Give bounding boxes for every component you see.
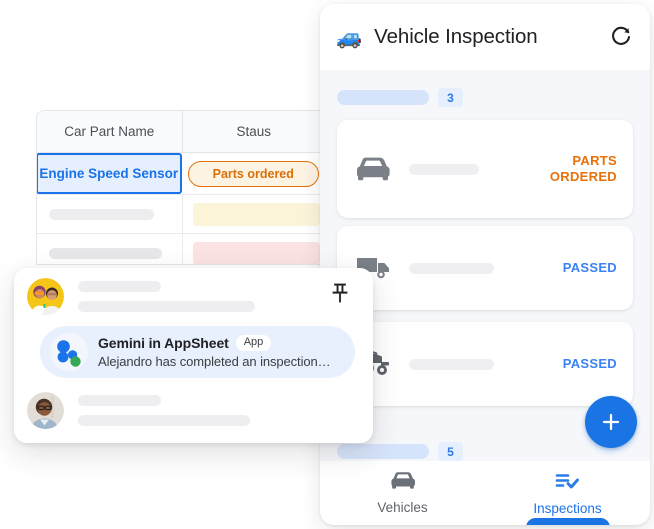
placeholder-bar [337,90,429,105]
chat-notification-card: Gemini in AppSheet App Alejandro has com… [14,268,373,443]
cell-status[interactable]: Parts ordered [182,153,326,194]
gemini-message-preview: Alejandro has completed an inspection… [98,354,331,369]
add-inspection-fab[interactable] [585,396,637,448]
chat-message[interactable] [27,392,250,429]
message-placeholder-lines [78,395,250,426]
cell-car-part-name[interactable] [37,234,183,264]
status-badge: PASSED [562,260,617,275]
group-header[interactable]: 3 [337,88,463,107]
placeholder-bar [409,163,479,175]
cell-car-part-name[interactable] [37,195,183,233]
app-badge: App [235,335,272,351]
placeholder-bar [78,281,161,292]
avatar-two-people [27,278,64,315]
cell-status[interactable] [183,234,326,264]
placeholder-bar [49,208,154,220]
gemini-message-text: Gemini in AppSheet App Alejandro has com… [98,335,331,369]
group-count-badge: 3 [438,88,463,107]
vehicle-inspection-app-panel: 🚙 Vehicle Inspection 3 PARTS ORDERED PAS… [320,4,650,525]
nav-label-inspections: Inspections [533,500,602,516]
checklist-icon [554,471,581,496]
bottom-navigation: Vehicles Inspections [320,461,650,525]
nav-label-vehicles: Vehicles [377,500,428,515]
table-row[interactable]: Engine Speed Sensor Parts ordered [37,153,325,195]
refresh-icon[interactable] [608,24,634,50]
group-header[interactable]: 5 [337,442,463,461]
placeholder-bar [409,358,494,370]
nav-item-vehicles[interactable]: Vehicles [320,461,485,525]
gemini-sender-name: Gemini in AppSheet [98,335,229,351]
cell-status[interactable] [183,195,326,233]
app-header: 🚙 Vehicle Inspection [320,4,650,70]
status-badge: PARTS ORDERED [550,153,617,185]
cell-car-part-name-selected[interactable]: Engine Speed Sensor [37,153,182,194]
placeholder-bar [78,301,255,312]
nav-item-inspections[interactable]: Inspections [485,461,650,525]
avatar-gemini [50,333,88,371]
active-tab-indicator [525,518,610,525]
status-line-1: PARTS [572,153,617,168]
inspection-card[interactable]: PARTS ORDERED [337,120,633,218]
status-badge: PASSED [562,356,617,371]
car-parts-table[interactable]: Car Part Name Staus Engine Speed Sensor … [36,110,326,265]
page-title: Vehicle Inspection [374,25,538,48]
placeholder-bar [192,241,320,264]
inspection-card[interactable]: PASSED [337,322,633,406]
gemini-message-bubble[interactable]: Gemini in AppSheet App Alejandro has com… [40,326,355,378]
placeholder-bar [78,415,250,426]
column-header-car-part-name: Car Part Name [37,111,183,152]
placeholder-bar [192,202,320,226]
column-header-status: Staus [236,124,272,139]
avatar-man-glasses [27,392,64,429]
table-header-row: Car Part Name Staus [37,111,325,153]
chat-message[interactable] [27,278,255,315]
inspection-card[interactable]: PASSED [337,226,633,310]
group-count-badge: 5 [438,442,463,461]
table-row[interactable] [37,234,326,264]
car-icon [390,471,416,495]
placeholder-bar [78,395,161,406]
placeholder-bar [49,247,162,259]
blue-car-emoji: 🚙 [336,25,363,49]
status-badge: Parts ordered [187,160,319,187]
message-placeholder-lines [78,281,255,312]
status-line-2: ORDERED [549,169,617,184]
placeholder-bar [409,262,494,274]
table-row[interactable] [37,195,325,234]
placeholder-bar [337,444,429,459]
pin-icon[interactable] [330,282,350,309]
car-icon [355,156,397,182]
